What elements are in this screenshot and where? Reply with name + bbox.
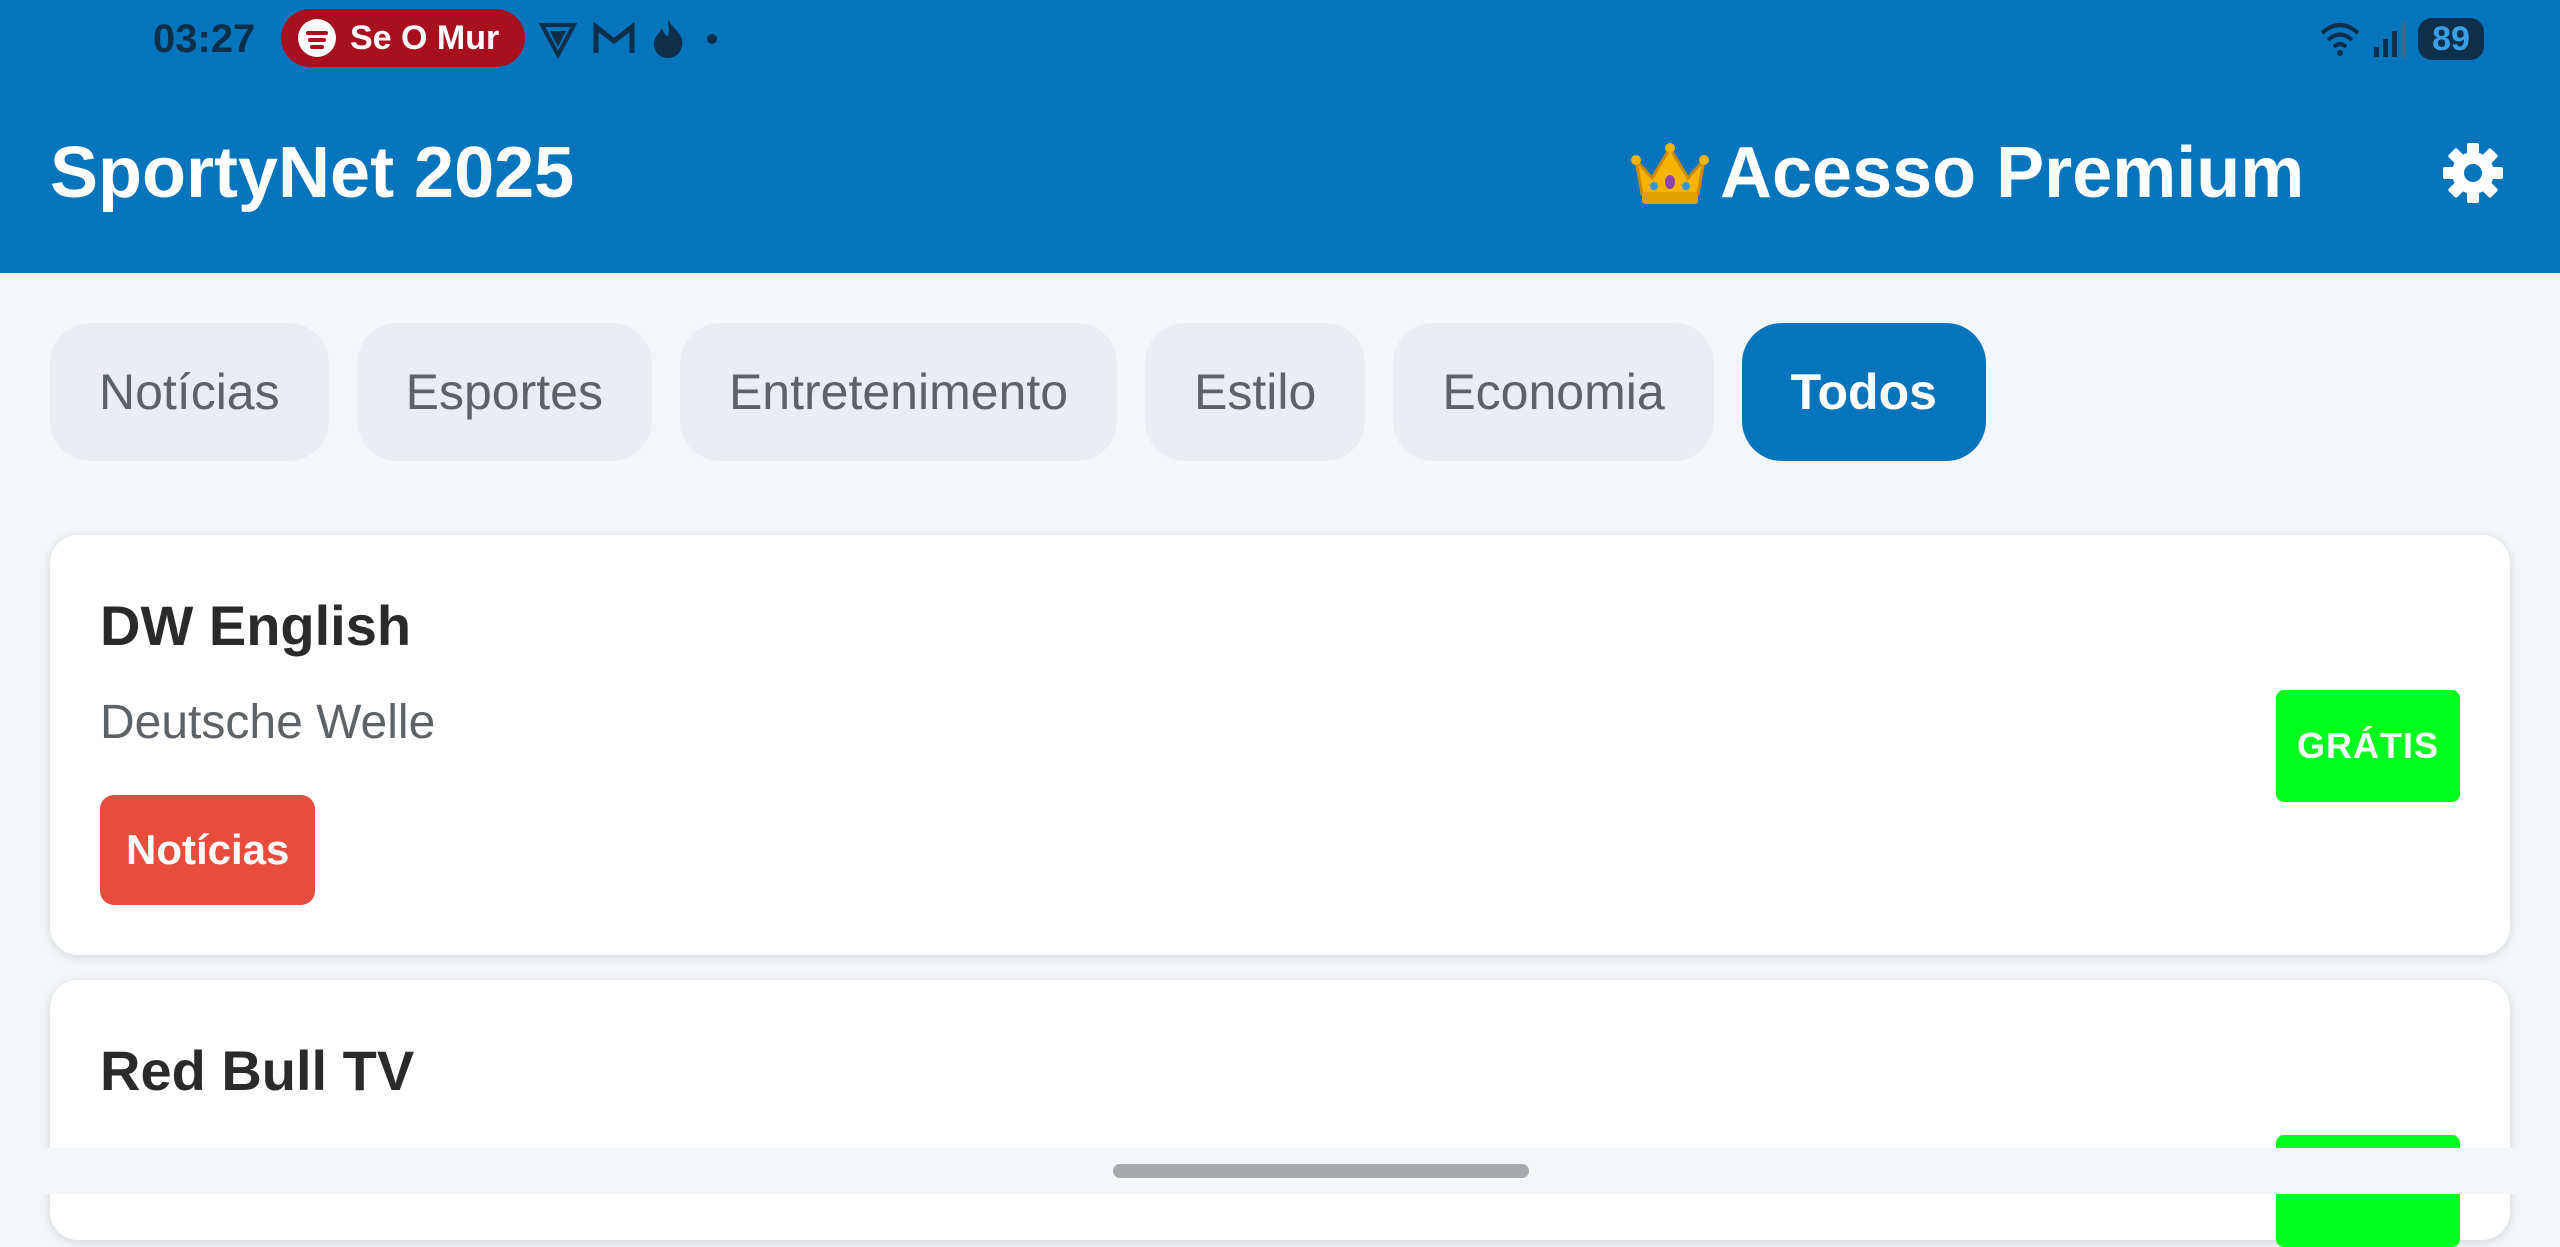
tinder-icon bbox=[654, 20, 683, 58]
system-icons: 89 bbox=[2318, 12, 2484, 66]
spotify-icon bbox=[298, 19, 336, 57]
premium-label: Acesso Premium bbox=[1720, 133, 2305, 213]
category-chip: Notícias bbox=[100, 795, 316, 905]
category-tabs: Notícias Esportes Entretenimento Estilo … bbox=[50, 323, 1986, 461]
channel-card[interactable]: DW English Deutsche Welle Notícias GRÁTI… bbox=[50, 535, 2510, 955]
battery-indicator: 89 bbox=[2418, 18, 2484, 60]
tab-noticias[interactable]: Notícias bbox=[50, 323, 329, 461]
tab-entretenimento[interactable]: Entretenimento bbox=[679, 323, 1118, 461]
channel-name: DW English bbox=[100, 594, 412, 657]
dot-icon bbox=[707, 34, 717, 44]
media-title: Se O Mur bbox=[350, 18, 500, 57]
signal-icon bbox=[2374, 23, 2406, 57]
channel-subtitle: Deutsche Welle bbox=[100, 696, 436, 749]
gmail-icon bbox=[593, 21, 635, 53]
channel-name: Red Bull TV bbox=[100, 1039, 415, 1102]
media-notification-pill[interactable]: Se O Mur bbox=[281, 9, 525, 67]
tab-economia[interactable]: Economia bbox=[1393, 323, 1714, 461]
channel-card[interactable]: Red Bull TV bbox=[50, 980, 2510, 1247]
tab-estilo[interactable]: Estilo bbox=[1145, 323, 1366, 461]
notification-icons bbox=[538, 12, 724, 66]
tab-todos[interactable]: Todos bbox=[1741, 323, 1986, 461]
home-indicator[interactable] bbox=[1113, 1164, 1529, 1178]
crown-icon bbox=[1631, 143, 1709, 204]
gear-icon[interactable] bbox=[2442, 142, 2504, 204]
wifi-icon bbox=[2320, 23, 2360, 56]
premium-access-button[interactable]: Acesso Premium bbox=[1630, 130, 2304, 216]
free-badge: GRÁTIS bbox=[2276, 690, 2460, 802]
vpn-icon bbox=[538, 23, 578, 59]
status-time: 03:27 bbox=[153, 17, 256, 61]
app-title: SportyNet 2025 bbox=[50, 133, 575, 213]
tab-esportes[interactable]: Esportes bbox=[356, 323, 652, 461]
